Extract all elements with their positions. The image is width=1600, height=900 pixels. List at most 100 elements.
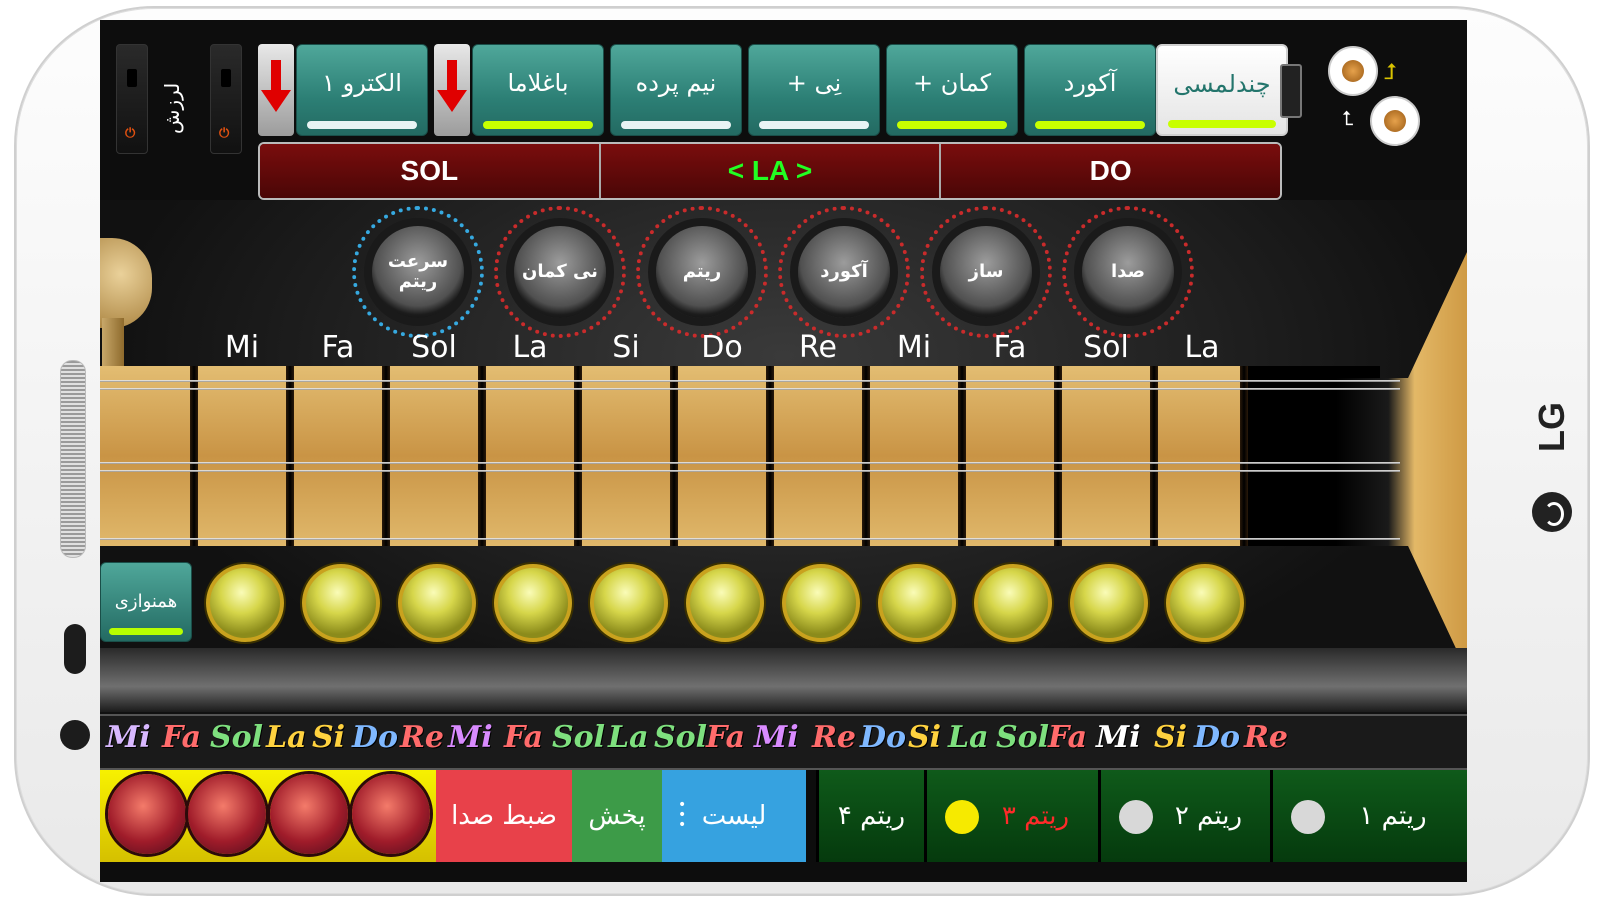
ney-kaman-knob[interactable]: نی کمان <box>514 226 606 318</box>
ticker-note: La <box>948 720 989 755</box>
rhythm-led <box>1119 800 1153 834</box>
switch-left[interactable]: ⏻ <box>116 44 148 154</box>
tuning-la[interactable]: < LA > <box>598 144 940 198</box>
knob-label: سرعت ریتم <box>387 251 449 292</box>
effects-panel <box>100 770 436 862</box>
ticker-note: Fa <box>162 720 202 755</box>
fret <box>766 366 774 546</box>
vibrato-switch[interactable]: ⏻ <box>210 44 242 154</box>
fret <box>190 366 198 546</box>
instrument-swap[interactable]: ⮥ ⮤ <box>1328 46 1428 156</box>
rhythm-knob[interactable]: ریتم <box>656 226 748 318</box>
clap-icon[interactable] <box>108 774 186 854</box>
string <box>100 470 1400 472</box>
note-label: Sol <box>1083 330 1129 365</box>
knob-label: نی کمان <box>522 261 598 282</box>
tab-indicator <box>621 121 731 129</box>
fret-button[interactable] <box>302 564 380 642</box>
tab-chord[interactable]: آکورد <box>1024 44 1156 136</box>
rhythm-led <box>945 800 979 834</box>
fret-button[interactable] <box>974 564 1052 642</box>
ensemble-indicator <box>109 628 183 635</box>
fret-button[interactable] <box>878 564 956 642</box>
instrument-head <box>100 238 152 388</box>
front-sensor <box>64 624 86 674</box>
ticker-note: Sol <box>210 720 264 755</box>
speaker-grille <box>60 360 86 558</box>
fret-button[interactable] <box>398 564 476 642</box>
fret-button[interactable] <box>686 564 764 642</box>
fret <box>1150 366 1158 546</box>
tab-baglama[interactable]: باغلاما <box>472 44 604 136</box>
rhythm-4-button[interactable]: ریتم ۴ <box>816 770 924 862</box>
tuning-do[interactable]: DO <box>939 144 1280 198</box>
note-label: La <box>512 330 548 365</box>
fret-button[interactable] <box>782 564 860 642</box>
rhythm-label: ریتم ۲ <box>1174 801 1243 831</box>
note-label: Mi <box>224 330 260 365</box>
ticker-note: Sol <box>654 720 708 755</box>
note-label: Si <box>612 330 640 365</box>
fret-button[interactable] <box>1070 564 1148 642</box>
ticker-note: Re <box>812 720 857 755</box>
down-arrow-button[interactable] <box>434 44 470 136</box>
fret <box>958 366 966 546</box>
fret <box>670 366 678 546</box>
ticker-note: Do <box>1194 720 1241 755</box>
instrument-knob[interactable]: ساز <box>940 226 1032 318</box>
rhythm-speed-knob[interactable]: سرعت ریتم <box>372 226 464 318</box>
list-label: لیست <box>701 801 767 831</box>
knob-label: آکورد <box>820 261 868 282</box>
fret-button[interactable] <box>206 564 284 642</box>
ticker-note: Mi <box>754 720 799 755</box>
ensemble-button[interactable]: همنوازی <box>100 562 192 642</box>
vibration-phone-icon[interactable] <box>1280 64 1302 118</box>
menu-dots-icon: • • • <box>678 797 687 833</box>
singer-icon[interactable] <box>188 774 266 854</box>
tab-indicator <box>759 121 869 129</box>
thunder-icon[interactable] <box>352 774 430 854</box>
fret-button[interactable] <box>1166 564 1244 642</box>
ticker-note: Sol <box>996 720 1050 755</box>
ticker-note: Fa <box>504 720 544 755</box>
rhythm-1-button[interactable]: ریتم ۱ <box>1270 770 1467 862</box>
note-label: Re <box>799 330 837 365</box>
tab-half-step[interactable]: نیم پرده <box>610 44 742 136</box>
swap-arrow-icon: ⮥ <box>1384 60 1397 85</box>
fret <box>286 366 294 546</box>
tuning-bar: SOL < LA > DO <box>258 142 1282 200</box>
volume-knob[interactable]: صدا <box>1082 226 1174 318</box>
tab-multitouch[interactable]: چندلمسی <box>1156 44 1288 136</box>
chrome-divider <box>100 648 1467 712</box>
instrument-icon <box>1370 96 1420 146</box>
chord-knob[interactable]: آکورد <box>798 226 890 318</box>
record-button[interactable]: ضبط صدا <box>436 770 572 862</box>
tab-electro[interactable]: الکترو ۱ <box>296 44 428 136</box>
down-arrow-button[interactable] <box>258 44 294 136</box>
rhythm-label: ریتم ۱ <box>1359 801 1427 831</box>
fret-button[interactable] <box>590 564 668 642</box>
ticker-note: Do <box>860 720 907 755</box>
tab-label: چندلمسی <box>1173 70 1271 98</box>
tuning-sol[interactable]: SOL <box>260 144 599 198</box>
play-button[interactable]: پخش <box>572 770 662 862</box>
ticker-note: Sol <box>552 720 606 755</box>
tab-label: باغلاما <box>507 69 569 97</box>
string <box>100 388 1400 390</box>
note-ticker: Mi Fa Sol La Si Do Re Mi Fa Sol La Sol F… <box>100 714 1467 770</box>
list-button[interactable]: • • • لیست <box>662 770 806 862</box>
note-label: Fa <box>993 330 1027 365</box>
instrument-icon <box>1328 46 1378 96</box>
tab-label: + کمان <box>913 69 991 97</box>
dance-icon[interactable] <box>270 774 348 854</box>
tab-kaman[interactable]: + کمان <box>886 44 1018 136</box>
ticker-note: La <box>266 720 307 755</box>
tab-indicator <box>1168 120 1276 128</box>
string <box>100 462 1400 464</box>
ensemble-label: همنوازی <box>114 591 178 612</box>
rhythm-3-button[interactable]: ریتم ۳ <box>924 770 1098 862</box>
ticker-note: Mi <box>1096 720 1141 755</box>
tab-ney[interactable]: + نِی <box>748 44 880 136</box>
fret-button[interactable] <box>494 564 572 642</box>
rhythm-2-button[interactable]: ریتم ۲ <box>1098 770 1270 862</box>
